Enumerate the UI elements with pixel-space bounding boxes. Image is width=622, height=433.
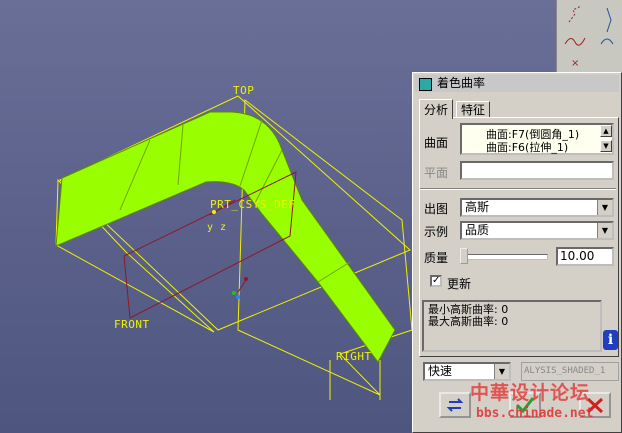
repeat-button[interactable]	[439, 392, 471, 418]
curve-scroll-down-icon[interactable]: ▼	[600, 140, 612, 152]
right-toolbar: ×	[556, 0, 622, 74]
quality-value-field[interactable]: 10.00	[556, 247, 614, 266]
csys-label[interactable]: PRT_CSYS_DEF	[210, 198, 295, 211]
info-icon[interactable]: i	[603, 330, 618, 350]
refresh-icon	[446, 398, 464, 412]
speed-select[interactable]: 快速 ▼	[423, 362, 511, 381]
output-select[interactable]: 高斯 ▼	[460, 198, 614, 217]
plane-field[interactable]	[460, 161, 614, 180]
svg-text:×: ×	[571, 58, 579, 69]
example-label: 示例	[424, 225, 449, 239]
curve-scroll-up-icon[interactable]: ▲	[600, 125, 612, 137]
quality-slider[interactable]	[460, 248, 548, 264]
update-label[interactable]: 更新	[447, 275, 471, 292]
feature-icon[interactable]	[593, 4, 621, 45]
curve-label: 曲面	[424, 136, 449, 150]
quality-slider-thumb[interactable]	[460, 248, 468, 264]
cancel-button[interactable]	[579, 392, 611, 418]
chevron-down-icon[interactable]: ▼	[597, 223, 612, 238]
datum-label-front[interactable]: FRONT	[114, 318, 150, 331]
results-box: 最小高斯曲率: 0 最大高斯曲率: 0	[422, 300, 602, 352]
tab-analysis[interactable]: 分析	[419, 99, 454, 119]
datum-label-top[interactable]: TOP	[233, 84, 254, 97]
quality-label: 质量	[424, 251, 449, 265]
tab-feature[interactable]: 特征	[456, 101, 491, 117]
dialog-title-bar[interactable]: 着色曲率	[415, 75, 619, 92]
example-select-value: 品质	[465, 223, 490, 237]
shaded-curvature-dialog: 着色曲率 分析 特征 曲面 曲面:F7(倒圆角_1) 曲面:F6(拉伸_1) ▲…	[412, 72, 622, 433]
datum-label-right[interactable]: RIGHT	[336, 350, 372, 363]
plane-label: 平面	[424, 166, 449, 180]
ok-button[interactable]	[509, 392, 541, 418]
analysis-tab-panel: 曲面 曲面:F7(倒圆角_1) 曲面:F6(拉伸_1) ▲ ▼ 平面 出图 高斯…	[419, 117, 619, 357]
curve-list[interactable]: 曲面:F7(倒圆角_1) 曲面:F6(拉伸_1) ▲ ▼	[460, 123, 614, 155]
chevron-down-icon[interactable]: ▼	[597, 200, 612, 215]
speed-select-value: 快速	[428, 364, 453, 378]
chevron-down-icon[interactable]: ▼	[494, 364, 509, 379]
separator	[420, 188, 616, 190]
check-icon	[515, 397, 535, 414]
output-label: 出图	[424, 202, 449, 216]
output-select-value: 高斯	[465, 200, 490, 214]
close-icon	[586, 397, 604, 414]
dialog-title: 着色曲率	[437, 76, 486, 90]
spline-icon[interactable]	[561, 30, 589, 52]
quality-slider-track	[460, 254, 548, 260]
example-select[interactable]: 品质 ▼	[460, 221, 614, 240]
update-checkbox[interactable]: ✓	[430, 275, 442, 287]
shaded-surface	[55, 111, 396, 363]
analysis-name-field[interactable]: ALYSIS_SHADED_1	[521, 362, 619, 381]
sketch-curve-icon[interactable]	[561, 4, 589, 26]
max-curvature-text: 最大高斯曲率: 0	[428, 315, 509, 328]
csys-axes-label: y z	[207, 222, 227, 233]
dialog-icon	[419, 78, 432, 91]
curve-list-item[interactable]: 曲面:F6(拉伸_1)	[486, 139, 568, 155]
